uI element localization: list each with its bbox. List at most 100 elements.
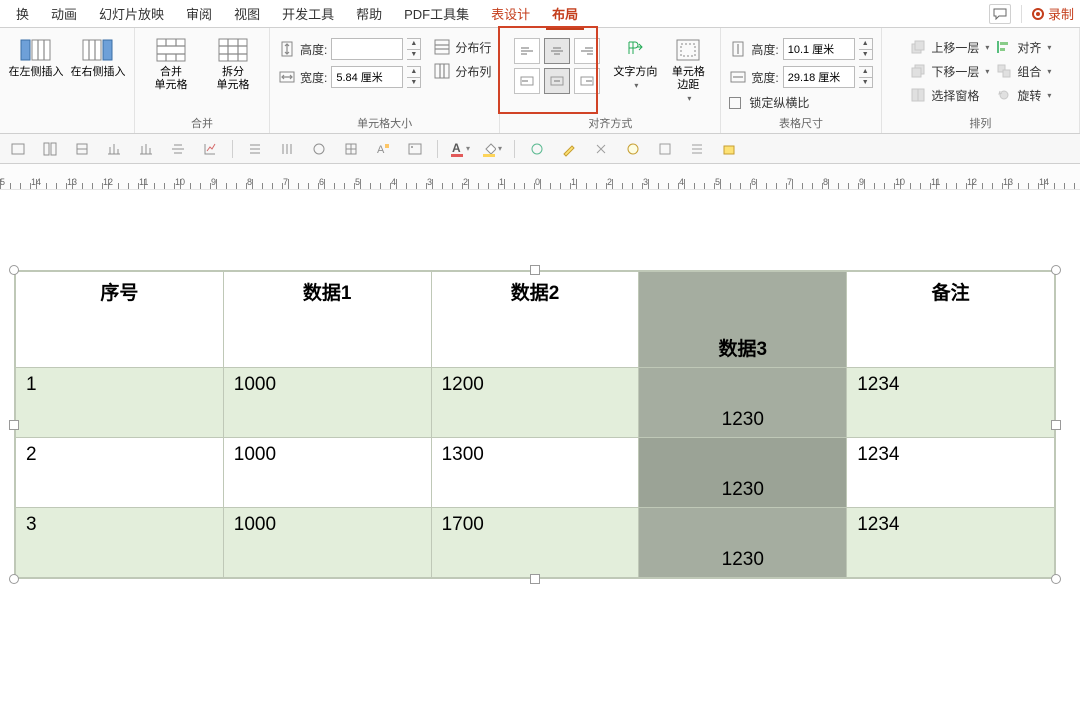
- resize-handle[interactable]: [1051, 265, 1061, 275]
- insert-column-right-button[interactable]: 在右侧插入: [70, 32, 126, 79]
- qat-btn[interactable]: A: [373, 139, 393, 159]
- cell[interactable]: 1234: [847, 508, 1055, 578]
- cell[interactable]: 1234: [847, 368, 1055, 438]
- height-icon: [278, 40, 296, 58]
- text-direction-button[interactable]: 文字方向 ▾: [612, 32, 658, 90]
- split-cells-button[interactable]: 拆分 单元格: [205, 32, 261, 92]
- align-mid-right[interactable]: [574, 68, 600, 94]
- resize-handle[interactable]: [530, 265, 540, 275]
- table-header[interactable]: 数据2: [431, 272, 639, 368]
- table-header[interactable]: 数据1: [223, 272, 431, 368]
- table-header[interactable]: 备注: [847, 272, 1055, 368]
- qat-btn[interactable]: [72, 139, 92, 159]
- resize-handle[interactable]: [9, 420, 19, 430]
- tab-tabledesign[interactable]: 表设计: [481, 0, 540, 29]
- qat-btn[interactable]: [559, 139, 579, 159]
- align-top-center[interactable]: [544, 38, 570, 64]
- cell[interactable]: 1230: [639, 368, 847, 438]
- tab-7[interactable]: PDF工具集: [394, 0, 479, 29]
- tab-layout[interactable]: 布局: [542, 0, 588, 29]
- qat-btn[interactable]: [168, 139, 188, 159]
- insert-column-left-button[interactable]: 在左侧插入: [8, 32, 64, 79]
- qat-btn[interactable]: [309, 139, 329, 159]
- cell[interactable]: 1200: [431, 368, 639, 438]
- qat-btn[interactable]: [655, 139, 675, 159]
- table-header[interactable]: 序号: [16, 272, 224, 368]
- tab-1[interactable]: 动画: [41, 0, 87, 29]
- qat-btn[interactable]: [591, 139, 611, 159]
- cell[interactable]: 1230: [639, 438, 847, 508]
- table-header[interactable]: 数据3: [639, 272, 847, 368]
- data-table[interactable]: 序号 数据1 数据2 数据3 备注 1100012001230123421000…: [15, 271, 1055, 578]
- cell-margins-button[interactable]: 单元格 边距 ▾: [664, 32, 712, 103]
- resize-handle[interactable]: [1051, 574, 1061, 584]
- qat-btn[interactable]: [687, 139, 707, 159]
- qat-btn[interactable]: [8, 139, 28, 159]
- table-height-spinner[interactable]: ▲▼: [859, 38, 873, 60]
- comments-button[interactable]: [989, 4, 1011, 24]
- tab-6[interactable]: 帮助: [346, 0, 392, 29]
- tab-3[interactable]: 审阅: [176, 0, 222, 29]
- align-icon: [519, 45, 535, 57]
- cell[interactable]: 3: [16, 508, 224, 578]
- table-width-input[interactable]: [783, 66, 855, 88]
- align-button[interactable]: 对齐▾: [995, 38, 1051, 56]
- qat-btn[interactable]: [136, 139, 156, 159]
- table-row[interactable]: 11000120012301234: [16, 368, 1055, 438]
- qat-btn[interactable]: [277, 139, 297, 159]
- qat-btn[interactable]: [245, 139, 265, 159]
- horizontal-ruler: 1514131211109876543210123456789101112131…: [0, 164, 1080, 190]
- align-grid: [508, 32, 606, 100]
- cell[interactable]: 1700: [431, 508, 639, 578]
- resize-handle[interactable]: [1051, 420, 1061, 430]
- resize-handle[interactable]: [530, 574, 540, 584]
- width-icon: [278, 68, 296, 86]
- cell[interactable]: 1: [16, 368, 224, 438]
- distribute-rows-button[interactable]: 分布行: [433, 38, 491, 56]
- qat-btn[interactable]: [200, 139, 220, 159]
- slide-canvas[interactable]: 序号 数据1 数据2 数据3 备注 1100012001230123421000…: [0, 190, 1080, 705]
- qat-font-color[interactable]: A▾: [450, 139, 470, 159]
- cell[interactable]: 1000: [223, 438, 431, 508]
- table-height-input[interactable]: [783, 38, 855, 60]
- qat-btn[interactable]: [341, 139, 361, 159]
- resize-handle[interactable]: [9, 265, 19, 275]
- qat-btn[interactable]: [623, 139, 643, 159]
- merge-cells-button[interactable]: 合并 单元格: [143, 32, 199, 92]
- table-row[interactable]: 21000130012301234: [16, 438, 1055, 508]
- qat-btn[interactable]: [405, 139, 425, 159]
- cell[interactable]: 2: [16, 438, 224, 508]
- table-row[interactable]: 31000170012301234: [16, 508, 1055, 578]
- align-mid-center[interactable]: [544, 68, 570, 94]
- cell[interactable]: 1300: [431, 438, 639, 508]
- qat-btn[interactable]: [527, 139, 547, 159]
- qat-btn[interactable]: [719, 139, 739, 159]
- cell-width-input[interactable]: [331, 66, 403, 88]
- align-top-right[interactable]: [574, 38, 600, 64]
- insert-right-icon: [82, 36, 114, 64]
- align-top-left[interactable]: [514, 38, 540, 64]
- qat-btn[interactable]: [40, 139, 60, 159]
- tab-2[interactable]: 幻灯片放映: [89, 0, 174, 29]
- record-button[interactable]: 录制: [1032, 4, 1074, 23]
- cell-height-input[interactable]: [331, 38, 403, 60]
- cell-height-spinner[interactable]: ▲▼: [407, 38, 421, 60]
- align-icon: [549, 45, 565, 57]
- align-mid-left[interactable]: [514, 68, 540, 94]
- table-width-spinner[interactable]: ▲▼: [859, 66, 873, 88]
- tab-0[interactable]: 换: [6, 0, 39, 29]
- cell[interactable]: 1000: [223, 368, 431, 438]
- lock-aspect-checkbox[interactable]: 锁定纵横比: [729, 94, 872, 111]
- cell[interactable]: 1000: [223, 508, 431, 578]
- distribute-cols-button[interactable]: 分布列: [433, 62, 491, 80]
- qat-fill-color[interactable]: ▾: [482, 139, 502, 159]
- resize-handle[interactable]: [9, 574, 19, 584]
- cell-width-spinner[interactable]: ▲▼: [407, 66, 421, 88]
- selected-table-object[interactable]: 序号 数据1 数据2 数据3 备注 1100012001230123421000…: [14, 270, 1056, 579]
- tab-4[interactable]: 视图: [224, 0, 270, 29]
- tab-5[interactable]: 开发工具: [272, 0, 344, 29]
- qat-btn[interactable]: [104, 139, 124, 159]
- cell[interactable]: 1234: [847, 438, 1055, 508]
- cell[interactable]: 1230: [639, 508, 847, 578]
- selection-pane-button[interactable]: 选择窗格: [909, 86, 989, 104]
